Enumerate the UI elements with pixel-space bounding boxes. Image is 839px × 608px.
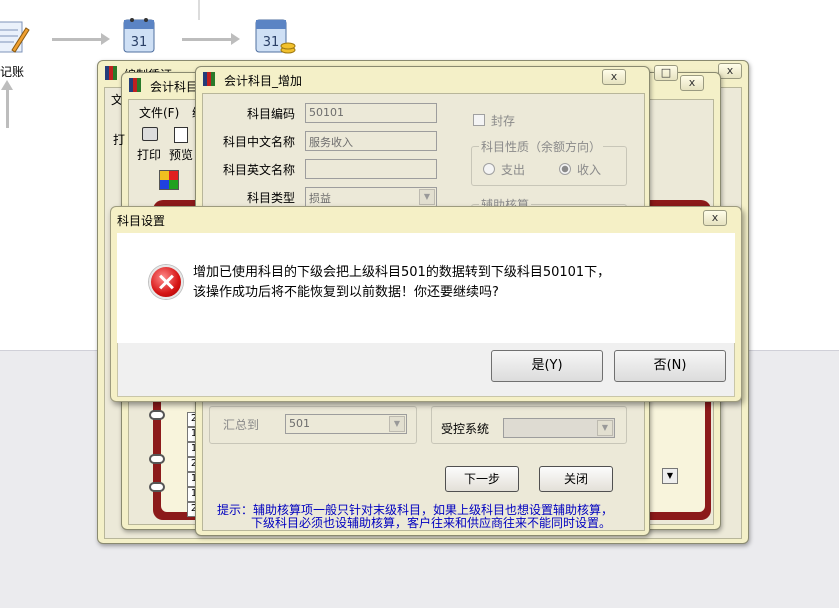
chevron-down-icon[interactable]: ▼: [597, 420, 613, 436]
workflow-label-left: 记账: [0, 65, 25, 79]
workflow-connector-up-arrow: [1, 80, 13, 90]
next-button[interactable]: 下一步: [445, 466, 519, 492]
calendar-icon[interactable]: 31: [120, 12, 162, 58]
type-select-value: 损益: [309, 192, 331, 205]
confirm-dialog: 科目设置 x 增加已使用科目的下级会把上级科目501的数据转到下级科目50101…: [110, 206, 742, 402]
summary-label: 汇总到: [223, 418, 260, 432]
svg-text:31: 31: [263, 35, 280, 50]
account-window-title: 会计科目: [150, 80, 199, 94]
chevron-down-icon[interactable]: ▼: [419, 189, 435, 205]
dialog-close-button[interactable]: x: [703, 210, 727, 226]
type-label: 科目类型: [246, 191, 295, 205]
document-pen-icon[interactable]: [0, 16, 30, 56]
preview-icon: [174, 127, 188, 143]
close-button[interactable]: 关闭: [539, 466, 613, 492]
toolbar-print-button[interactable]: 打印: [135, 126, 165, 162]
nature-credit-radio[interactable]: [559, 163, 571, 175]
svg-text:31: 31: [131, 35, 148, 50]
app-books-icon: [105, 66, 117, 80]
account-window-maximize-button[interactable]: □: [654, 65, 678, 81]
notebook-spiral-1: [149, 410, 165, 420]
chevron-down-icon[interactable]: ▼: [389, 416, 405, 432]
controlled-label: 受控系统: [441, 422, 490, 436]
summary-select[interactable]: 501 ▼: [285, 414, 407, 434]
grid-scroll-down-button[interactable]: ▼: [662, 468, 678, 484]
add-window-close-button[interactable]: x: [602, 69, 626, 85]
voucher-window-close-button[interactable]: x: [718, 63, 742, 79]
cn-name-input[interactable]: 服务收入: [305, 131, 437, 151]
dialog-message-line-1: 增加已使用科目的下级会把上级科目501的数据转到下级科目50101下，: [193, 265, 611, 280]
dialog-title: 科目设置: [117, 214, 166, 228]
notebook-spiral-2: [149, 454, 165, 464]
seal-checkbox[interactable]: [473, 114, 485, 126]
nature-credit-label: 收入: [577, 163, 602, 177]
printer-icon: [142, 127, 158, 141]
summary-select-value: 501: [289, 417, 310, 430]
app-books-icon: [203, 72, 215, 86]
toolbar-print-label: 打印: [137, 148, 162, 162]
calendar-coins-icon[interactable]: 31: [252, 12, 298, 58]
dialog-message-area: 增加已使用科目的下级会把上级科目501的数据转到下级科目50101下， 该操作成…: [117, 233, 735, 343]
app-books-icon: [129, 78, 141, 92]
workflow-arrow-1: [52, 33, 110, 45]
tip-line-2: 下级科目必须也设辅助核算，客户往来和供应商往来不能同时设置。: [251, 516, 612, 530]
type-select[interactable]: 损益 ▼: [305, 187, 437, 207]
toolbar-preview-label: 预览: [169, 148, 194, 162]
en-name-input[interactable]: [305, 159, 437, 179]
seal-label: 封存: [491, 114, 516, 128]
account-menu-file[interactable]: 文件(F): [139, 104, 179, 121]
controlled-select[interactable]: ▼: [503, 418, 615, 438]
en-name-label: 科目英文名称: [222, 163, 295, 177]
code-input[interactable]: 50101: [305, 103, 437, 123]
toolbar-preview-button[interactable]: 预览: [167, 126, 197, 162]
workflow-divider: [198, 0, 200, 20]
yes-button[interactable]: 是(Y): [491, 350, 603, 382]
error-icon: [149, 265, 183, 299]
account-window-close-button[interactable]: x: [680, 75, 704, 91]
workflow-arrow-2: [182, 33, 240, 45]
tip-line-1: 提示：辅助核算项一般只针对末级科目，如果上级科目也想设置辅助核算，: [217, 503, 614, 517]
nature-debit-label: 支出: [501, 163, 526, 177]
notebook-tab-icon: [159, 170, 179, 190]
nature-group-title: 科目性质（余额方向）: [479, 138, 604, 155]
no-button[interactable]: 否(N): [614, 350, 726, 382]
voucher-toolbar-partial[interactable]: 打: [113, 131, 125, 148]
dialog-message-line-2: 该操作成功后将不能恢复到以前数据！你还要继续吗?: [193, 285, 499, 300]
workflow-connector-vertical: [6, 88, 9, 128]
cn-name-label: 科目中文名称: [222, 135, 295, 149]
add-window-title: 会计科目_增加: [224, 74, 303, 88]
notebook-spiral-3: [149, 482, 165, 492]
code-label: 科目编码: [246, 107, 295, 121]
nature-debit-radio[interactable]: [483, 163, 495, 175]
